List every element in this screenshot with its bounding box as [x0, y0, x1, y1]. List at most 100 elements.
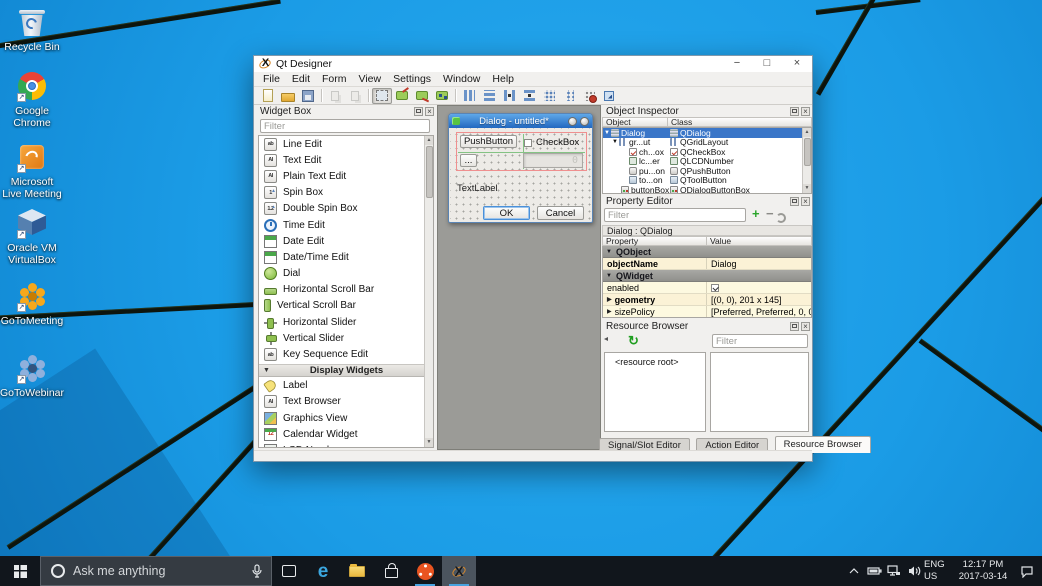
form-canvas[interactable]: PushButton CheckBox ... 0 TextLabel OK C… [450, 128, 591, 221]
save-form-button[interactable] [298, 88, 318, 104]
section-display-widgets[interactable]: ▼ Display Widgets [259, 364, 433, 377]
tree-row-dialog[interactable]: ▼Dialog QDialog [603, 128, 811, 138]
widget-item-spin-box[interactable]: 1Spin Box [259, 185, 433, 201]
form-dialog[interactable]: Dialog - untitled* PushButton CheckBox .… [448, 113, 593, 223]
edit-buddies-button[interactable] [412, 88, 432, 104]
widget-item-text-browser[interactable]: AIText Browser [259, 394, 433, 410]
form-close-icon[interactable] [580, 117, 589, 126]
windows-store-button[interactable] [374, 556, 408, 586]
menu-form[interactable]: Form [316, 72, 353, 86]
float-panel-icon[interactable] [414, 107, 423, 116]
property-group-qwidget[interactable]: ▼QWidget [603, 270, 811, 282]
network-status[interactable] [884, 556, 904, 586]
property-row-objectname[interactable]: objectName Dialog [603, 258, 811, 270]
layout-horizontally-button[interactable] [459, 88, 479, 104]
volume-status[interactable] [904, 556, 924, 586]
ubuntu-button[interactable] [408, 556, 442, 586]
minimize-button[interactable]: − [722, 56, 752, 72]
tree-row-gridlayout[interactable]: ▼gr...ut QGridLayout [603, 138, 811, 148]
reload-resources-icon[interactable]: ↻ [628, 333, 639, 349]
close-panel-icon[interactable]: × [801, 322, 810, 331]
layout-grid-button[interactable] [539, 88, 559, 104]
tray-expand-button[interactable] [844, 556, 864, 586]
resource-preview-pane[interactable] [710, 352, 809, 432]
property-value[interactable]: [(0, 0), 201 x 145] [711, 295, 782, 305]
expander-icon[interactable]: ▶ [607, 296, 612, 303]
desktop-icon-recycle-bin[interactable]: Recycle Bin [0, 6, 64, 53]
xming-button[interactable]: X [442, 556, 476, 586]
form-tool-button[interactable]: ... [460, 154, 477, 167]
menu-window[interactable]: Window [437, 72, 486, 86]
adjust-size-button[interactable] [599, 88, 619, 104]
task-view-button[interactable] [272, 556, 306, 586]
float-panel-icon[interactable] [790, 197, 799, 206]
close-panel-icon[interactable]: × [801, 197, 810, 206]
column-class[interactable]: Class [668, 117, 812, 127]
scroll-up-icon[interactable]: ▲ [425, 136, 434, 145]
resource-filter-input[interactable] [712, 334, 808, 348]
edit-signals-slots-button[interactable] [392, 88, 412, 104]
widget-item-plain-text-edit[interactable]: AIPlain Text Edit [259, 168, 433, 184]
edge-button[interactable]: e [306, 556, 340, 586]
desktop-icon-gotomeeting[interactable]: GoToMeeting [0, 280, 64, 327]
column-property[interactable]: Property [602, 236, 707, 246]
property-value[interactable]: Dialog [711, 259, 737, 269]
menu-view[interactable]: View [353, 72, 388, 86]
widget-list-scrollbar[interactable]: ▲ ▼ [424, 136, 433, 447]
resource-tree-pane[interactable]: <resource root> [604, 352, 706, 432]
column-value[interactable]: Value [707, 236, 812, 246]
widget-item-text-edit[interactable]: AIText Edit [259, 152, 433, 168]
form-push-button[interactable]: PushButton [460, 135, 517, 148]
widget-item-dial[interactable]: Dial [259, 266, 433, 282]
tree-row-pushbutton[interactable]: pu...on QPushButton [603, 166, 811, 176]
widget-item-time-edit[interactable]: Time Edit [259, 217, 433, 233]
column-object[interactable]: Object [602, 117, 668, 127]
edit-widgets-button[interactable] [372, 88, 392, 104]
layout-vertically-splitter-button[interactable] [519, 88, 539, 104]
form-cancel-button[interactable]: Cancel [537, 206, 584, 220]
paste-button[interactable] [345, 88, 365, 104]
resource-root-item[interactable]: <resource root> [605, 353, 705, 367]
search-box[interactable]: Ask me anything [40, 556, 272, 586]
clock[interactable]: 12:17 PM 2017-03-14 [954, 556, 1012, 586]
widget-item-horizontal-scrollbar[interactable]: Horizontal Scroll Bar [259, 282, 433, 298]
expander-icon[interactable]: ▼ [603, 130, 611, 136]
property-row-geometry[interactable]: ▶geometry [(0, 0), 201 x 145] [603, 294, 811, 306]
widget-item-key-sequence-edit[interactable]: abKey Sequence Edit [259, 346, 433, 362]
layout-form-button[interactable] [559, 88, 579, 104]
close-panel-icon[interactable]: × [801, 107, 810, 116]
add-property-icon[interactable]: + [752, 208, 760, 220]
widget-item-vertical-slider[interactable]: Vertical Slider [259, 330, 433, 346]
tree-row-toolbutton[interactable]: to...on QToolButton [603, 176, 811, 186]
layout-vertically-button[interactable] [479, 88, 499, 104]
checked-checkbox-icon[interactable] [711, 284, 719, 292]
widget-item-label[interactable]: Label [259, 378, 433, 394]
form-text-label[interactable]: TextLabel [457, 183, 498, 194]
scrollbar-thumb[interactable] [426, 146, 433, 198]
menu-file[interactable]: File [257, 72, 286, 86]
copy-button[interactable] [325, 88, 345, 104]
widget-item-line-edit[interactable]: abLine Edit [259, 136, 433, 152]
widget-item-datetime-edit[interactable]: Date/Time Edit [259, 249, 433, 265]
tree-row-checkbox[interactable]: ch...ox QCheckBox [603, 147, 811, 157]
form-lcd-number[interactable]: 0 [523, 153, 583, 168]
widget-item-vertical-scrollbar[interactable]: Vertical Scroll Bar [259, 298, 433, 314]
widget-item-horizontal-slider[interactable]: Horizontal Slider [259, 314, 433, 330]
language-indicator[interactable]: ENG US [924, 556, 954, 586]
property-filter-input[interactable] [604, 208, 746, 222]
layout-horizontally-splitter-button[interactable] [499, 88, 519, 104]
property-value[interactable]: [Preferred, Preferred, 0, 0] [711, 307, 811, 317]
widget-item-lcd-number[interactable]: 42LCD Number [259, 442, 433, 448]
property-row-sizepolicy[interactable]: ▶sizePolicy [Preferred, Preferred, 0, 0] [603, 306, 811, 318]
edit-tab-order-button[interactable] [432, 88, 452, 104]
open-form-button[interactable] [278, 88, 298, 104]
close-panel-icon[interactable]: × [425, 107, 434, 116]
new-form-button[interactable] [258, 88, 278, 104]
widget-item-graphics-view[interactable]: Graphics View [259, 410, 433, 426]
menu-settings[interactable]: Settings [387, 72, 437, 86]
widget-item-calendar-widget[interactable]: 12Calendar Widget [259, 426, 433, 442]
float-panel-icon[interactable] [790, 107, 799, 116]
property-group-qobject[interactable]: ▼QObject [603, 246, 811, 258]
widget-item-double-spin-box[interactable]: 1.2Double Spin Box [259, 201, 433, 217]
desktop-icon-gotowebinar[interactable]: GoToWebinar [0, 352, 64, 399]
